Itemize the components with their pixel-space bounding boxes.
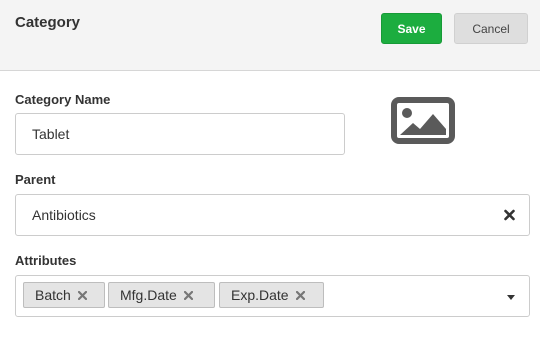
tag-label: Batch: [35, 287, 71, 303]
close-icon[interactable]: [183, 290, 193, 300]
close-icon[interactable]: [295, 290, 305, 300]
caret-down-icon[interactable]: [507, 295, 515, 300]
category-name-label: Category Name: [15, 92, 111, 107]
category-name-value: Tablet: [32, 126, 70, 142]
parent-select[interactable]: Antibiotics: [15, 194, 530, 236]
page-title: Category: [15, 14, 81, 31]
attributes-label: Attributes: [15, 253, 77, 268]
tag-label: Mfg.Date: [120, 287, 177, 303]
image-icon[interactable]: [391, 97, 455, 144]
tag-mfg-date: Mfg.Date: [108, 282, 215, 308]
parent-value: Antibiotics: [32, 207, 96, 223]
header-bar: Category Save Cancel: [0, 0, 540, 71]
parent-label: Parent: [15, 172, 56, 187]
save-button[interactable]: Save: [381, 13, 442, 44]
attributes-multiselect[interactable]: Batch Mfg.Date Exp.Date: [15, 275, 530, 317]
category-name-input[interactable]: Tablet: [15, 113, 345, 155]
tag-batch: Batch: [23, 282, 105, 308]
close-icon[interactable]: [504, 209, 515, 221]
tag-exp-date: Exp.Date: [219, 282, 324, 308]
cancel-button[interactable]: Cancel: [454, 13, 528, 44]
close-icon[interactable]: [77, 290, 87, 300]
tag-label: Exp.Date: [231, 287, 289, 303]
